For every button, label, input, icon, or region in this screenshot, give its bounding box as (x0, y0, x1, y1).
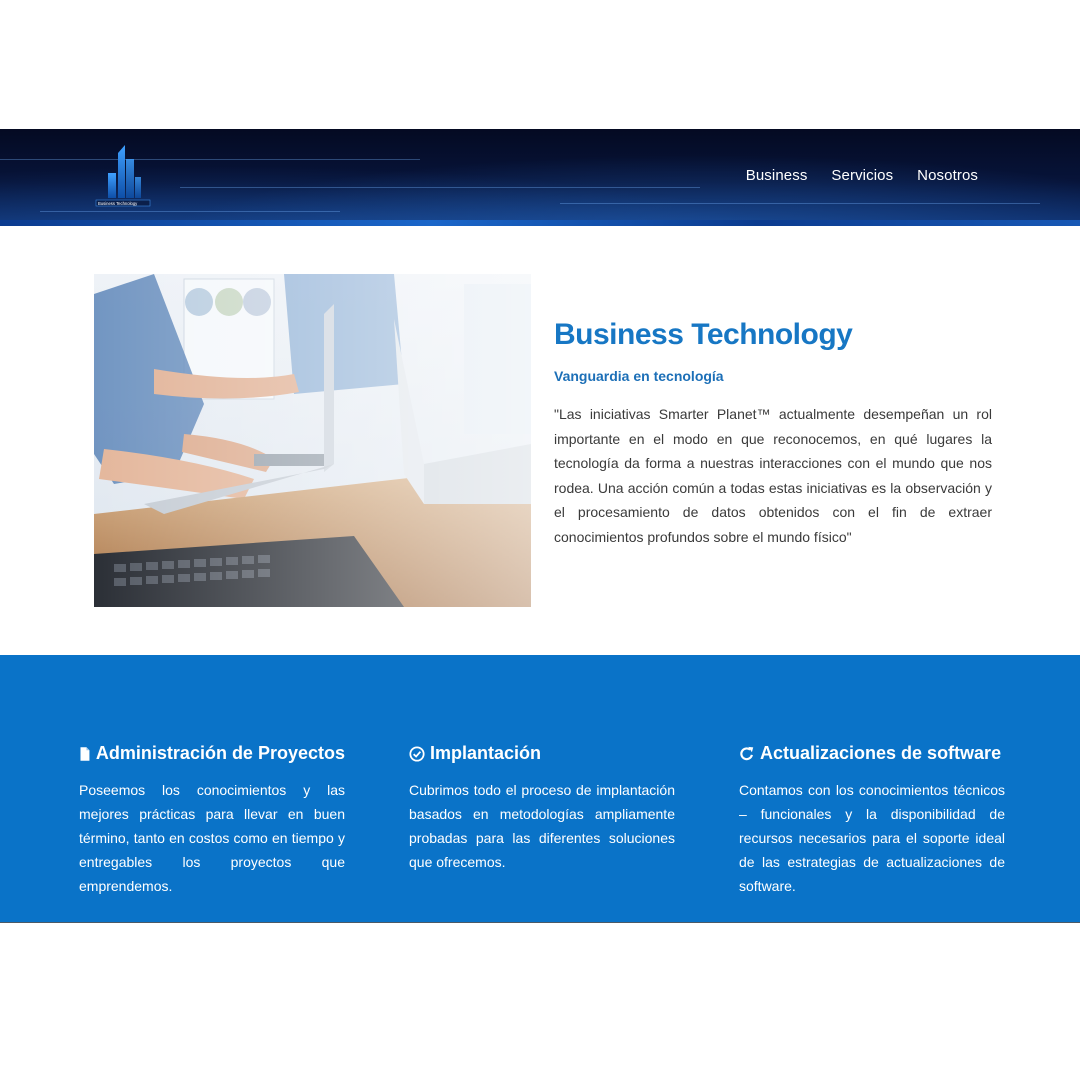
refresh-icon (740, 746, 754, 760)
check-circle-icon (409, 745, 425, 762)
feature-title: Implantación (409, 743, 675, 764)
logo[interactable]: Business Technology (94, 143, 152, 209)
feature-text: Poseemos los conocimientos y las mejores… (79, 782, 345, 894)
feature-software-updates: Actualizaciones de software Contamos con… (739, 743, 1005, 898)
feature-title: Actualizaciones de software (739, 743, 1005, 764)
page-subtitle: Vanguardia en tecnología (554, 368, 724, 384)
file-icon (80, 746, 90, 761)
office-laptops-illustration (94, 274, 531, 607)
feature-title-label: Actualizaciones de software (760, 743, 1002, 763)
feature-text: Cubrimos todo el proceso de implantación… (409, 782, 675, 870)
page-title: Business Technology (554, 318, 853, 351)
nav-item-nosotros[interactable]: Nosotros (917, 167, 978, 184)
nav-item-servicios[interactable]: Servicios (831, 167, 893, 184)
intro-section: Business Technology Vanguardia en tecnol… (554, 318, 992, 549)
feature-text: Contamos con los conocimientos técnicos … (739, 782, 1005, 894)
site-header: Business Technology Business Servicios N… (0, 129, 1080, 226)
main-nav: Business Servicios Nosotros (746, 167, 978, 184)
feature-project-management: Administración de Proyectos Poseemos los… (79, 743, 345, 898)
feature-implementation: Implantación Cubrimos todo el proceso de… (409, 743, 675, 874)
logo-label: Business Technology (98, 201, 138, 206)
features-band: Administración de Proyectos Poseemos los… (0, 655, 1080, 923)
feature-title: Administración de Proyectos (79, 743, 345, 764)
feature-title-label: Administración de Proyectos (95, 743, 345, 763)
hero-image (94, 274, 531, 607)
nav-item-business[interactable]: Business (746, 167, 808, 184)
feature-title-label: Implantación (430, 743, 542, 763)
intro-quote: "Las iniciativas Smarter Planet™ actualm… (554, 406, 992, 545)
page: Business Technology Business Servicios N… (0, 0, 1080, 1080)
building-logo-icon: Business Technology (95, 145, 151, 207)
